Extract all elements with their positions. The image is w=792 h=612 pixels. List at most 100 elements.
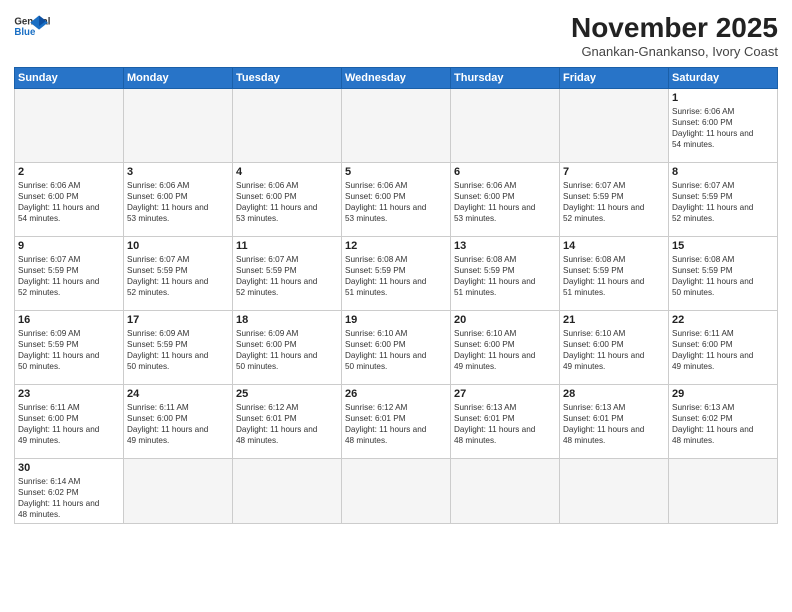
table-row [342,459,451,524]
table-row: 5 Sunrise: 6:06 AMSunset: 6:00 PMDaylight… [342,163,451,237]
day-number: 29 [672,388,774,400]
day-info: Sunrise: 6:13 AMSunset: 6:01 PMDaylight:… [454,402,556,446]
day-info: Sunrise: 6:09 AMSunset: 6:00 PMDaylight:… [236,328,338,372]
day-number: 18 [236,314,338,326]
day-info: Sunrise: 6:08 AMSunset: 5:59 PMDaylight:… [454,254,556,298]
table-row: 1 Sunrise: 6:06 AMSunset: 6:00 PMDaylight… [669,89,778,163]
day-info: Sunrise: 6:13 AMSunset: 6:01 PMDaylight:… [563,402,665,446]
day-info: Sunrise: 6:07 AMSunset: 5:59 PMDaylight:… [672,180,774,224]
table-row: 2 Sunrise: 6:06 AMSunset: 6:00 PMDaylight… [15,163,124,237]
table-row: 15 Sunrise: 6:08 AMSunset: 5:59 PMDayligh… [669,237,778,311]
day-info: Sunrise: 6:09 AMSunset: 5:59 PMDaylight:… [127,328,229,372]
day-info: Sunrise: 6:06 AMSunset: 6:00 PMDaylight:… [18,180,120,224]
day-number: 11 [236,240,338,252]
logo: General Blue [14,12,50,42]
table-row [669,459,778,524]
day-info: Sunrise: 6:08 AMSunset: 5:59 PMDaylight:… [563,254,665,298]
table-row: 7 Sunrise: 6:07 AMSunset: 5:59 PMDaylight… [560,163,669,237]
day-info: Sunrise: 6:11 AMSunset: 6:00 PMDaylight:… [672,328,774,372]
day-number: 9 [18,240,120,252]
table-row: 6Sunrise: 6:06 AMSunset: 6:00 PMDaylight… [451,163,560,237]
table-row: 8Sunrise: 6:07 AMSunset: 5:59 PMDaylight… [669,163,778,237]
table-row: 3 Sunrise: 6:06 AMSunset: 6:00 PMDaylight… [124,163,233,237]
day-number: 13 [454,240,556,252]
location: Gnankan-Gnankanso, Ivory Coast [571,44,778,59]
table-row: 29 Sunrise: 6:13 AMSunset: 6:02 PMDayligh… [669,385,778,459]
day-info: Sunrise: 6:07 AMSunset: 5:59 PMDaylight:… [563,180,665,224]
table-row: 26 Sunrise: 6:12 AMSunset: 6:01 PMDayligh… [342,385,451,459]
col-sunday: Sunday [15,68,124,89]
day-info: Sunrise: 6:13 AMSunset: 6:02 PMDaylight:… [672,402,774,446]
day-number: 23 [18,388,120,400]
table-row: 16 Sunrise: 6:09 AMSunset: 5:59 PMDayligh… [15,311,124,385]
day-info: Sunrise: 6:09 AMSunset: 5:59 PMDaylight:… [18,328,120,372]
day-info: Sunrise: 6:11 AMSunset: 6:00 PMDaylight:… [127,402,229,446]
table-row [15,89,124,163]
svg-text:Blue: Blue [14,27,36,38]
table-row: 25 Sunrise: 6:12 AMSunset: 6:01 PMDayligh… [233,385,342,459]
table-row: 11Sunrise: 6:07 AMSunset: 5:59 PMDayligh… [233,237,342,311]
day-info: Sunrise: 6:06 AMSunset: 6:00 PMDaylight:… [672,106,774,150]
day-number: 20 [454,314,556,326]
day-info: Sunrise: 6:08 AMSunset: 5:59 PMDaylight:… [672,254,774,298]
table-row [451,459,560,524]
col-saturday: Saturday [669,68,778,89]
col-wednesday: Wednesday [342,68,451,89]
table-row: 22Sunrise: 6:11 AMSunset: 6:00 PMDayligh… [669,311,778,385]
day-info: Sunrise: 6:07 AMSunset: 5:59 PMDaylight:… [127,254,229,298]
day-number: 25 [236,388,338,400]
day-number: 2 [18,166,120,178]
day-number: 17 [127,314,229,326]
day-info: Sunrise: 6:07 AMSunset: 5:59 PMDaylight:… [18,254,120,298]
day-info: Sunrise: 6:12 AMSunset: 6:01 PMDaylight:… [345,402,447,446]
table-row: 28 Sunrise: 6:13 AMSunset: 6:01 PMDayligh… [560,385,669,459]
table-row [342,89,451,163]
table-row: 30 Sunrise: 6:14 AMSunset: 6:02 PMDayligh… [15,459,124,524]
day-number: 21 [563,314,665,326]
table-row: 4 Sunrise: 6:06 AMSunset: 6:00 PMDaylight… [233,163,342,237]
table-row [233,459,342,524]
table-row [124,459,233,524]
day-number: 6 [454,166,556,178]
day-number: 4 [236,166,338,178]
day-number: 26 [345,388,447,400]
table-row: 21Sunrise: 6:10 AMSunset: 6:00 PMDayligh… [560,311,669,385]
table-row: 13 Sunrise: 6:08 AMSunset: 5:59 PMDayligh… [451,237,560,311]
day-number: 7 [563,166,665,178]
day-info: Sunrise: 6:12 AMSunset: 6:01 PMDaylight:… [236,402,338,446]
day-number: 30 [18,462,120,474]
day-number: 5 [345,166,447,178]
day-number: 24 [127,388,229,400]
day-info: Sunrise: 6:06 AMSunset: 6:00 PMDaylight:… [127,180,229,224]
month-title: November 2025 [571,12,778,44]
calendar: Sunday Monday Tuesday Wednesday Thursday… [14,67,778,524]
day-info: Sunrise: 6:06 AMSunset: 6:00 PMDaylight:… [345,180,447,224]
table-row: 20Sunrise: 6:10 AMSunset: 6:00 PMDayligh… [451,311,560,385]
day-number: 3 [127,166,229,178]
day-info: Sunrise: 6:14 AMSunset: 6:02 PMDaylight:… [18,476,120,520]
day-info: Sunrise: 6:06 AMSunset: 6:00 PMDaylight:… [236,180,338,224]
day-number: 12 [345,240,447,252]
table-row: 19Sunrise: 6:10 AMSunset: 6:00 PMDayligh… [342,311,451,385]
logo-icon: General Blue [14,12,50,42]
day-number: 28 [563,388,665,400]
table-row: 17 Sunrise: 6:09 AMSunset: 5:59 PMDayligh… [124,311,233,385]
day-number: 27 [454,388,556,400]
day-info: Sunrise: 6:11 AMSunset: 6:00 PMDaylight:… [18,402,120,446]
col-friday: Friday [560,68,669,89]
table-row: 14Sunrise: 6:08 AMSunset: 5:59 PMDayligh… [560,237,669,311]
day-number: 15 [672,240,774,252]
table-row [560,89,669,163]
table-row [124,89,233,163]
table-row [560,459,669,524]
col-thursday: Thursday [451,68,560,89]
table-row [233,89,342,163]
day-number: 10 [127,240,229,252]
day-number: 16 [18,314,120,326]
day-number: 1 [672,92,774,104]
table-row: 12 Sunrise: 6:08 AMSunset: 5:59 PMDayligh… [342,237,451,311]
day-number: 19 [345,314,447,326]
header: General Blue November 2025 Gnankan-Gnank… [14,12,778,59]
day-info: Sunrise: 6:08 AMSunset: 5:59 PMDaylight:… [345,254,447,298]
table-row: 27 Sunrise: 6:13 AMSunset: 6:01 PMDayligh… [451,385,560,459]
